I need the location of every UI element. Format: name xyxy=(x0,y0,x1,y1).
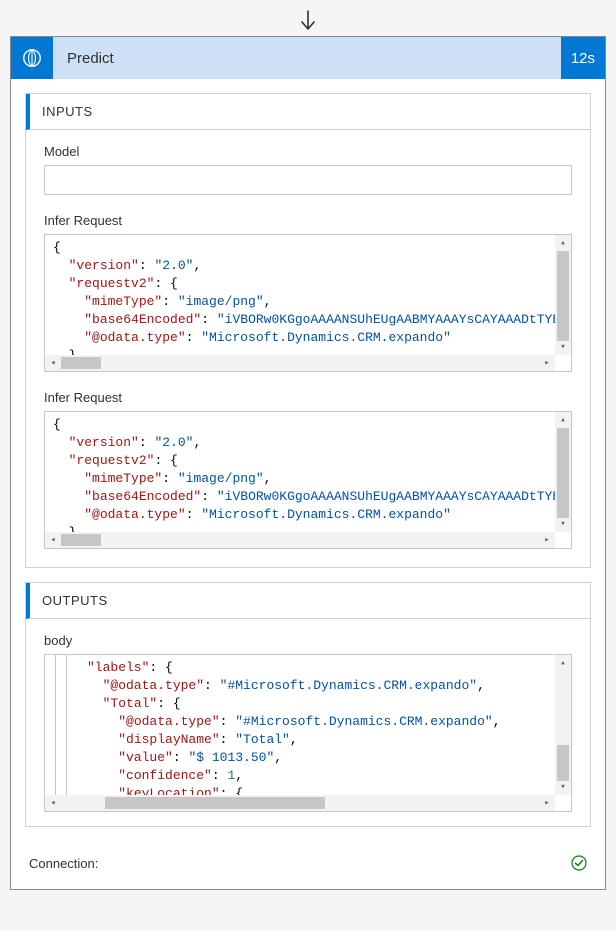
ai-builder-icon xyxy=(11,37,53,79)
body-output-box[interactable]: "labels": { "@odata.type": "#Microsoft.D… xyxy=(44,654,572,812)
check-ok-icon xyxy=(571,855,587,871)
scroll-down-icon[interactable]: ▾ xyxy=(555,339,571,355)
infer-request-2-label: Infer Request xyxy=(44,390,572,405)
outputs-section: OUTPUTS body "labels": { "@odata.type": … xyxy=(25,582,591,827)
scroll-thumb[interactable] xyxy=(105,797,325,809)
vertical-scrollbar[interactable]: ▴ ▾ xyxy=(555,655,571,795)
scroll-right-icon[interactable]: ▸ xyxy=(539,355,555,371)
inputs-header: INPUTS xyxy=(26,94,590,130)
infer-request-1-content: { "version": "2.0", "requestv2": { "mime… xyxy=(45,235,555,355)
body-label: body xyxy=(44,633,572,648)
infer-request-1-label: Infer Request xyxy=(44,213,572,228)
inputs-section: INPUTS Model Infer Request { "version": … xyxy=(25,93,591,568)
scroll-thumb[interactable] xyxy=(557,745,569,781)
vertical-scrollbar[interactable]: ▴ ▾ xyxy=(555,235,571,355)
outputs-header: OUTPUTS xyxy=(26,583,590,619)
scroll-left-icon[interactable]: ◂ xyxy=(45,795,61,811)
predict-card[interactable]: Predict 12s INPUTS Model Infer Request {… xyxy=(10,36,606,890)
scroll-left-icon[interactable]: ◂ xyxy=(45,532,61,548)
card-header[interactable]: Predict 12s xyxy=(11,37,605,79)
connection-label: Connection: xyxy=(29,856,98,871)
scroll-left-icon[interactable]: ◂ xyxy=(45,355,61,371)
model-label: Model xyxy=(44,144,572,159)
scroll-up-icon[interactable]: ▴ xyxy=(555,412,571,428)
scroll-thumb[interactable] xyxy=(61,357,101,369)
flow-arrow-container xyxy=(10,10,606,36)
infer-request-2-box[interactable]: { "version": "2.0", "requestv2": { "mime… xyxy=(44,411,572,549)
vertical-scrollbar[interactable]: ▴ ▾ xyxy=(555,412,571,532)
horizontal-scrollbar[interactable]: ◂ ▸ xyxy=(45,795,555,811)
scroll-thumb[interactable] xyxy=(61,534,101,546)
duration-badge: 12s xyxy=(561,37,605,79)
card-footer: Connection: xyxy=(11,841,605,889)
code-gutter xyxy=(45,655,79,795)
scroll-down-icon[interactable]: ▾ xyxy=(555,516,571,532)
scroll-thumb[interactable] xyxy=(557,428,569,518)
body-output-content: "labels": { "@odata.type": "#Microsoft.D… xyxy=(79,655,555,795)
horizontal-scrollbar[interactable]: ◂ ▸ xyxy=(45,532,555,548)
arrow-down-icon xyxy=(299,10,317,32)
infer-request-2-content: { "version": "2.0", "requestv2": { "mime… xyxy=(45,412,555,532)
horizontal-scrollbar[interactable]: ◂ ▸ xyxy=(45,355,555,371)
scroll-right-icon[interactable]: ▸ xyxy=(539,532,555,548)
scroll-thumb[interactable] xyxy=(557,251,569,341)
scroll-up-icon[interactable]: ▴ xyxy=(555,235,571,251)
scroll-up-icon[interactable]: ▴ xyxy=(555,655,571,671)
scroll-down-icon[interactable]: ▾ xyxy=(555,779,571,795)
infer-request-1-box[interactable]: { "version": "2.0", "requestv2": { "mime… xyxy=(44,234,572,372)
model-input[interactable] xyxy=(44,165,572,195)
card-title: Predict xyxy=(53,37,561,79)
scroll-right-icon[interactable]: ▸ xyxy=(539,795,555,811)
